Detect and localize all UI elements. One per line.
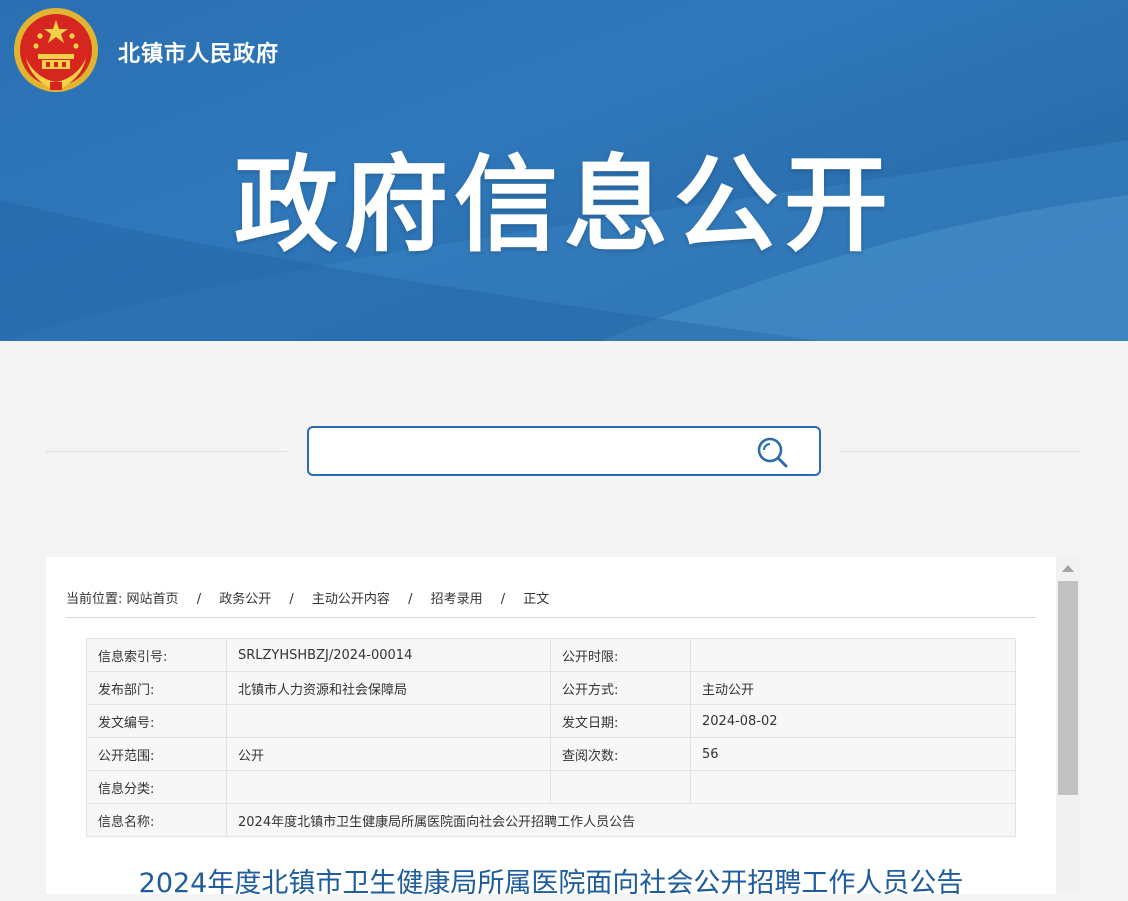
article-title: 2024年度北镇市卫生健康局所属医院面向社会公开招聘工作人员公告 (138, 868, 964, 894)
issue-date-label: 发文日期: (550, 704, 691, 738)
breadcrumb-home[interactable]: 网站首页 (127, 592, 179, 607)
info-name-label: 信息名称: (86, 803, 227, 837)
view-count-value: 56 (690, 737, 1016, 771)
view-count-label: 查阅次数: (550, 737, 691, 771)
breadcrumb: 当前位置: 网站首页 / 政务公开 / 主动公开内容 / 招考录用 / 正文 (66, 588, 549, 607)
table-row: 公开范围: 公开 查阅次数: 56 (86, 737, 1016, 771)
empty-value (690, 770, 1016, 804)
scroll-up-arrow-icon[interactable] (1062, 565, 1074, 572)
index-number-label: 信息索引号: (86, 638, 227, 672)
issue-date-value: 2024-08-02 (690, 704, 1016, 738)
breadcrumb-prefix: 当前位置: (66, 592, 123, 607)
table-row: 发文编号: 发文日期: 2024-08-02 (86, 704, 1016, 738)
index-number-value: SRLZYHSHBZJ/2024-00014 (226, 638, 551, 672)
empty-label (550, 770, 691, 804)
search-box (307, 426, 821, 476)
breadcrumb-separator: / (500, 592, 506, 607)
breadcrumb-separator: / (289, 592, 294, 607)
publisher-label: 发布部门: (86, 671, 227, 705)
banner-title: 政府信息公开 (233, 144, 894, 266)
search-icon[interactable] (755, 436, 789, 468)
scroll-thumb[interactable] (1058, 581, 1078, 795)
breadcrumb-gov-affairs[interactable]: 政务公开 (219, 592, 271, 607)
info-metadata-table: 信息索引号: SRLZYHSHBZJ/2024-00014 公开时限: 发布部门… (86, 638, 1016, 837)
breadcrumb-divider (66, 617, 1036, 618)
breadcrumb-active-disclosure[interactable]: 主动公开内容 (312, 592, 390, 607)
article-content: 当前位置: 网站首页 / 政务公开 / 主动公开内容 / 招考录用 / 正文 信… (46, 557, 1056, 894)
info-name-value: 2024年度北镇市卫生健康局所属医院面向社会公开招聘工作人员公告 (226, 803, 1016, 837)
search-divider-right (839, 451, 1080, 452)
table-row: 发布部门: 北镇市人力资源和社会保障局 公开方式: 主动公开 (86, 671, 1016, 705)
doc-number-value (226, 704, 551, 738)
vertical-scrollbar[interactable] (1056, 557, 1080, 894)
site-name[interactable]: 北镇市人民政府 (118, 36, 279, 68)
breadcrumb-current: 正文 (523, 592, 550, 607)
table-row: 信息名称: 2024年度北镇市卫生健康局所属医院面向社会公开招聘工作人员公告 (86, 803, 1016, 837)
category-label: 信息分类: (86, 770, 227, 804)
breadcrumb-separator: / (196, 592, 202, 607)
category-value (226, 770, 551, 804)
table-row: 信息索引号: SRLZYHSHBZJ/2024-00014 公开时限: (86, 638, 1016, 672)
publisher-value: 北镇市人力资源和社会保障局 (226, 671, 551, 705)
scope-label: 公开范围: (86, 737, 227, 771)
header-banner: 北镇市人民政府 政府信息公开 (0, 0, 1128, 341)
disclosure-method-value: 主动公开 (690, 671, 1016, 705)
disclosure-period-value (690, 638, 1016, 672)
search-divider-left (46, 451, 287, 452)
search-input[interactable] (319, 434, 743, 468)
disclosure-method-label: 公开方式: (550, 671, 691, 705)
scope-value: 公开 (226, 737, 551, 771)
disclosure-period-label: 公开时限: (550, 638, 691, 672)
breadcrumb-recruitment[interactable]: 招考录用 (431, 592, 483, 607)
national-emblem-icon[interactable] (12, 6, 100, 94)
breadcrumb-separator: / (408, 592, 413, 607)
doc-number-label: 发文编号: (86, 704, 227, 738)
table-row: 信息分类: (86, 770, 1016, 804)
